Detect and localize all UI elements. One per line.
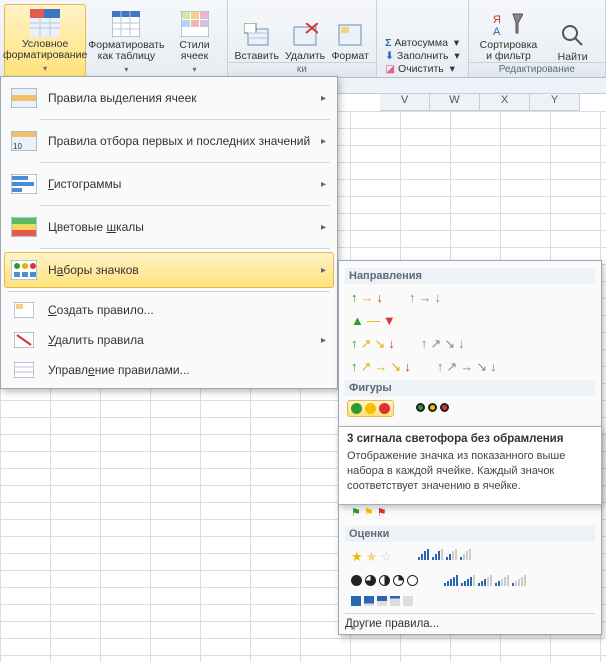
col-header[interactable]: Y	[530, 93, 580, 111]
menu-separator	[40, 248, 330, 249]
menu-label: Создать правило...	[48, 303, 326, 317]
clear-rules-icon	[10, 329, 38, 351]
clear-button[interactable]: ◪Очистить ▾	[385, 63, 460, 75]
ribbon-group-cells: Вставить Удалить Формат ки	[228, 0, 378, 77]
iconset-5-ratings-bars[interactable]	[440, 572, 530, 589]
menu-color-scales[interactable]: Цветовые шкалы	[4, 209, 334, 245]
menu-icon-sets[interactable]: Наборы значков	[4, 252, 334, 288]
cell-styles-label: Стили ячеек	[170, 40, 220, 63]
menu-separator	[40, 162, 330, 163]
more-rules-label: Другие правила...	[345, 618, 439, 630]
manage-rules-icon	[10, 359, 38, 381]
iconset-3-triangles[interactable]: ▲—▼	[347, 311, 400, 330]
dropdown-arrow-icon	[124, 63, 128, 75]
autosum-button[interactable]: ΣАвтосумма ▾	[385, 37, 460, 49]
menu-separator	[40, 119, 330, 120]
conditional-formatting-button[interactable]: Условное форматирование	[4, 4, 86, 77]
iconset-3-stars[interactable]: ★★☆	[347, 546, 396, 568]
sort-filter-label: Сортировка и фильтр	[476, 40, 542, 63]
menu-label: Гистограммы	[48, 177, 311, 191]
submenu-arrow-icon	[321, 92, 326, 104]
conditional-formatting-menu: Правила выделения ячеек 10 Правила отбор…	[0, 76, 338, 389]
cell-styles-icon	[179, 8, 211, 40]
editing-small-stack: ΣАвтосумма ▾ ⬇Заполнить ▾ ◪Очистить ▾	[381, 35, 464, 77]
iconset-4-arrows-gray[interactable]: ↑↗↘↓	[417, 334, 469, 353]
menu-label: Удалить правила	[48, 333, 311, 347]
svg-text:Я: Я	[493, 14, 501, 26]
section-ratings: Оценки	[345, 526, 595, 542]
data-bars-icon	[10, 173, 38, 195]
submenu-arrow-icon	[321, 221, 326, 233]
new-rule-icon	[10, 299, 38, 321]
cell-styles-button[interactable]: Стили ячеек	[167, 6, 223, 77]
menu-highlight-cells[interactable]: Правила выделения ячеек	[4, 80, 334, 116]
fill-down-icon: ⬇	[385, 50, 394, 62]
eraser-icon: ◪	[385, 63, 395, 75]
menu-data-bars[interactable]: Гистограммы	[4, 166, 334, 202]
format-icon	[334, 19, 366, 51]
col-header[interactable]: V	[380, 93, 430, 111]
find-icon	[557, 20, 589, 52]
iconset-3-traffic-unrimmed[interactable]	[347, 400, 394, 417]
more-rules-item[interactable]: Другие правила...	[345, 613, 595, 630]
section-directions: Направления	[345, 268, 595, 284]
menu-label: Управление правилами...	[48, 363, 326, 377]
ribbon-group-editing: ЯА Сортировка и фильтр Найти выдели Реда…	[469, 0, 606, 77]
color-scales-icon	[10, 216, 38, 238]
tooltip-title: 3 сигнала светофора без обрамления	[347, 433, 593, 445]
ribbon-group-styles: Условное форматирование Форматировать ка…	[0, 0, 228, 77]
svg-text:А: А	[493, 26, 501, 37]
format-as-table-button[interactable]: Форматировать как таблицу	[86, 6, 166, 77]
format-as-table-icon	[110, 8, 142, 40]
menu-manage-rules[interactable]: Управление правилами...	[4, 355, 334, 385]
insert-icon	[241, 19, 273, 51]
tooltip: 3 сигнала светофора без обрамления Отобр…	[338, 426, 602, 505]
conditional-formatting-label: Условное форматирование	[3, 39, 87, 62]
menu-top-bottom-rules[interactable]: 10 Правила отбора первых и последних зна…	[4, 123, 334, 159]
ribbon: Условное форматирование Форматировать ка…	[0, 0, 606, 78]
section-shapes: Фигуры	[345, 380, 595, 396]
delete-icon	[289, 19, 321, 51]
menu-separator	[8, 291, 330, 292]
ribbon-group-editing-small: ΣАвтосумма ▾ ⬇Заполнить ▾ ◪Очистить ▾	[377, 0, 469, 77]
sigma-icon: Σ	[385, 37, 391, 49]
menu-separator	[40, 205, 330, 206]
group-label-editing: Редактирование	[469, 62, 605, 77]
tooltip-description: Отображение значка из показанного выше н…	[347, 449, 593, 494]
submenu-arrow-icon	[321, 334, 326, 346]
submenu-arrow-icon	[321, 135, 326, 147]
col-header[interactable]: X	[480, 93, 530, 111]
menu-clear-rules[interactable]: Удалить правила	[4, 325, 334, 355]
group-label-styles: ки	[228, 62, 377, 77]
iconset-5-quarters[interactable]	[347, 572, 422, 589]
submenu-arrow-icon	[321, 264, 326, 276]
dropdown-arrow-icon	[192, 63, 196, 75]
dropdown-arrow-icon	[43, 62, 47, 74]
fill-button[interactable]: ⬇Заполнить ▾	[385, 50, 460, 62]
sort-filter-icon: ЯА	[492, 8, 524, 40]
submenu-arrow-icon	[321, 178, 326, 190]
menu-new-rule[interactable]: Создать правило...	[4, 295, 334, 325]
menu-label: Наборы значков	[48, 263, 311, 277]
svg-text:10: 10	[13, 142, 22, 151]
top-bottom-icon: 10	[10, 130, 38, 152]
highlight-cells-icon	[10, 87, 38, 109]
iconset-3-arrows-colored[interactable]: ↑→↓	[347, 288, 387, 307]
iconset-5-arrows-gray[interactable]: ↑↗→↘↓	[433, 357, 501, 376]
iconset-3-arrows-gray[interactable]: ↑→↓	[405, 288, 445, 307]
iconset-3-flags[interactable]: ⚑⚑⚑	[347, 503, 391, 522]
iconset-3-traffic-rimmed[interactable]	[412, 400, 453, 417]
iconset-4-ratings-bars[interactable]	[414, 546, 475, 568]
iconset-5-boxes[interactable]	[347, 593, 417, 609]
menu-label: Цветовые шкалы	[48, 220, 311, 234]
conditional-formatting-icon	[29, 7, 61, 39]
format-as-table-label: Форматировать как таблицу	[88, 40, 164, 63]
iconset-5-arrows-colored[interactable]: ↑↗→↘↓	[347, 357, 415, 376]
col-header[interactable]: W	[430, 93, 480, 111]
icon-sets-icon	[10, 259, 38, 281]
iconset-4-arrows-colored[interactable]: ↑↗↘↓	[347, 334, 399, 353]
